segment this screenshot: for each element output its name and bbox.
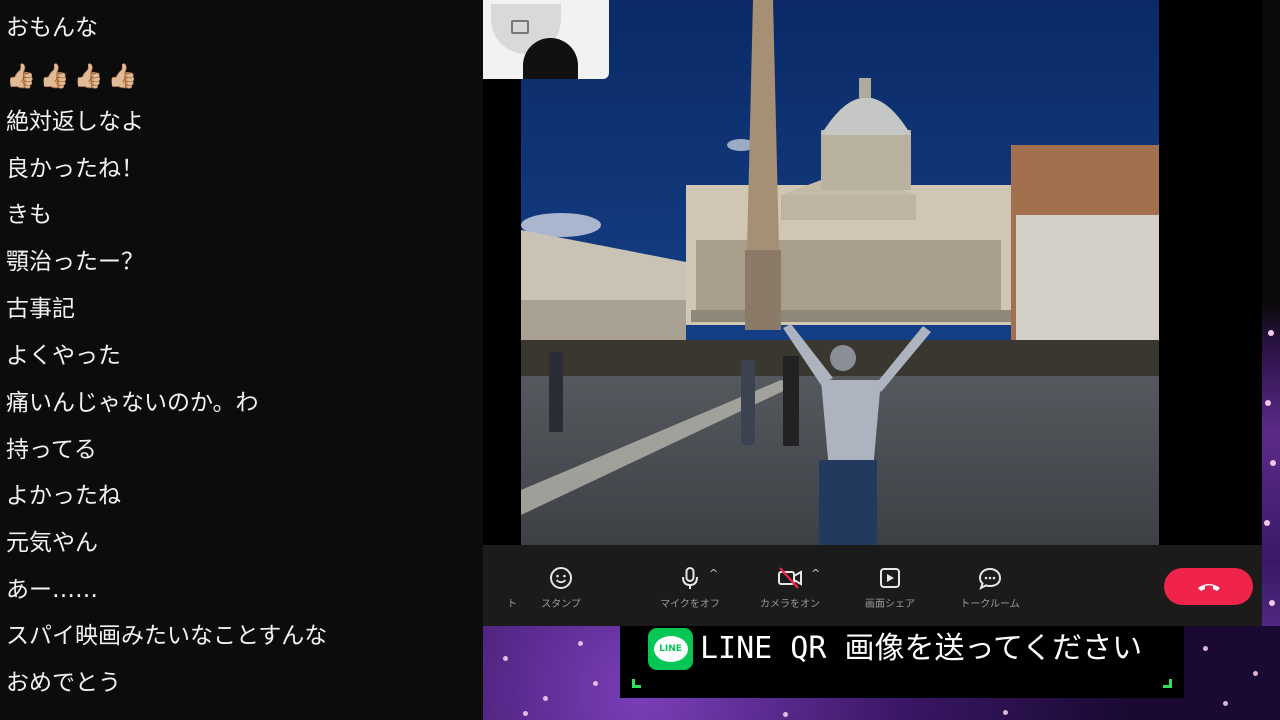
hang-up-button[interactable] [1164,568,1253,605]
camera-button[interactable]: ^ カメラをオン [745,565,835,610]
comment-item: 痛いんじゃないのか。わ [6,390,259,416]
corner-bracket-icon [632,679,641,688]
microphone-icon [682,567,698,589]
camera-off-icon [778,567,802,589]
comment-item: きも [6,202,52,228]
comment-item: 持ってる [6,437,97,463]
comment-item: 絶対返しなよ [6,109,144,135]
banner-text: LINE QR 画像を送ってください [700,631,1143,666]
line-qr-banner: LINE LINE QR 画像を送ってください [620,626,1184,698]
chevron-up-icon[interactable]: ^ [811,567,820,580]
comment-item: よかったね [6,483,121,509]
screen-share-button[interactable]: 画面シェア [845,565,935,610]
decorative-background-right [1262,0,1280,720]
self-view-thumbnail[interactable] [483,0,609,79]
remote-video-feed[interactable] [521,0,1159,545]
video-call-window: ト スタンプ ^ マイクをオフ ^ カメラをオン 画面シェア トークルーム [483,0,1262,626]
hangup-phone-icon [1197,583,1220,591]
partial-control[interactable]: ト [433,565,523,610]
talk-room-button[interactable]: トークルーム [945,565,1035,610]
chat-bubble-icon [978,567,1002,591]
call-control-bar: ト スタンプ ^ マイクをオフ ^ カメラをオン 画面シェア トークルーム [483,545,1262,626]
chevron-up-icon[interactable]: ^ [709,567,718,580]
comment-item: 元気やん [6,530,98,556]
smile-icon [550,567,572,589]
stamp-button[interactable]: スタンプ [516,565,606,610]
comment-item: 良かったね！ [6,156,144,182]
comment-item: 顎治ったー？ [6,249,144,275]
comment-feed: おもんな 👍🏼👍🏼👍🏼👍🏼 絶対返しなよ 良かったね！ きも 顎治ったー？ 古事… [0,0,483,720]
corner-bracket-icon [1163,679,1172,688]
comment-item: あー…… [6,577,98,603]
mic-button[interactable]: ^ マイクをオフ [645,565,735,610]
comment-item: スパイ映画みたいなことすんな [6,623,328,649]
comment-item: 古事記 [6,296,75,322]
line-logo-icon: LINE [648,628,693,670]
video-frame-image [521,0,1159,545]
comment-item: 👍🏼👍🏼👍🏼👍🏼 [6,62,142,90]
comment-item: よくやった [6,343,121,369]
comment-item: おもんな [6,15,98,41]
screen-share-icon [880,568,900,588]
camera-off-icon [511,20,529,34]
comment-item: おめでとう [6,670,121,696]
